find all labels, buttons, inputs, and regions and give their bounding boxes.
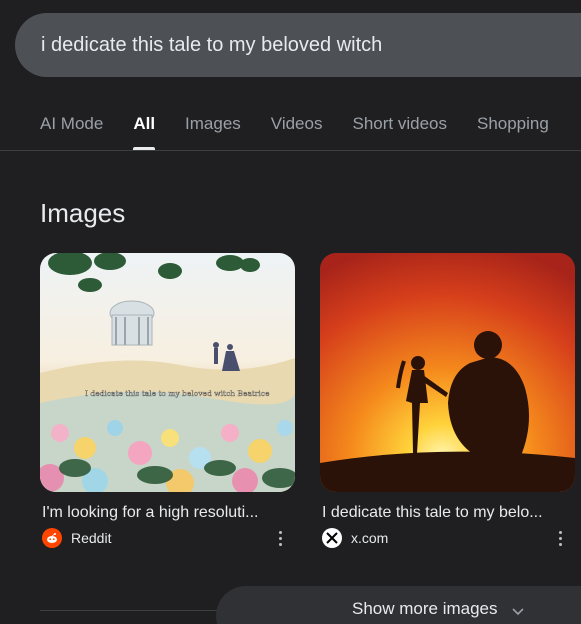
more-options-icon[interactable] [270, 528, 290, 548]
sunset-silhouette-image [320, 253, 575, 492]
section-divider [40, 610, 240, 611]
search-bar[interactable] [15, 13, 581, 77]
reddit-icon [42, 528, 62, 548]
tab-shopping[interactable]: Shopping [477, 110, 549, 150]
chevron-down-icon [511, 603, 524, 621]
x-icon [322, 528, 342, 548]
tabs-divider [0, 150, 581, 151]
show-more-images-button[interactable]: Show more images [216, 586, 581, 624]
search-tabs: AI Mode All Images Videos Short videos S… [40, 110, 549, 150]
image-source[interactable]: x.com [320, 528, 576, 548]
image-caption[interactable]: I'm looking for a high resoluti... [40, 504, 288, 522]
more-options-icon[interactable] [550, 528, 570, 548]
image-caption[interactable]: I dedicate this tale to my belo... [320, 504, 568, 522]
images-section-title: Images [40, 198, 126, 228]
search-results-page: AI Mode All Images Videos Short videos S… [0, 0, 581, 624]
tab-ai-mode[interactable]: AI Mode [40, 110, 103, 150]
tab-short-videos[interactable]: Short videos [352, 110, 447, 150]
anime-flower-field-image: I dedicate this tale to my beloved witch… [40, 253, 295, 492]
search-input[interactable] [41, 33, 581, 57]
image-source[interactable]: Reddit [40, 528, 296, 548]
image-result-card: I dedicate this tale to my belo... x.com [320, 253, 576, 548]
source-name: x.com [351, 530, 389, 546]
tab-all[interactable]: All [133, 110, 155, 150]
image-thumbnail[interactable]: I dedicate this tale to my beloved witch… [40, 253, 295, 492]
tab-images[interactable]: Images [185, 110, 241, 150]
show-more-label: Show more images [352, 599, 498, 618]
image-overlay-text: I dedicate this tale to my beloved witch… [85, 389, 270, 398]
image-result-card: I dedicate this tale to my beloved witch… [40, 253, 296, 548]
image-thumbnail[interactable] [320, 253, 575, 492]
source-name: Reddit [71, 530, 112, 546]
tab-videos[interactable]: Videos [271, 110, 323, 150]
